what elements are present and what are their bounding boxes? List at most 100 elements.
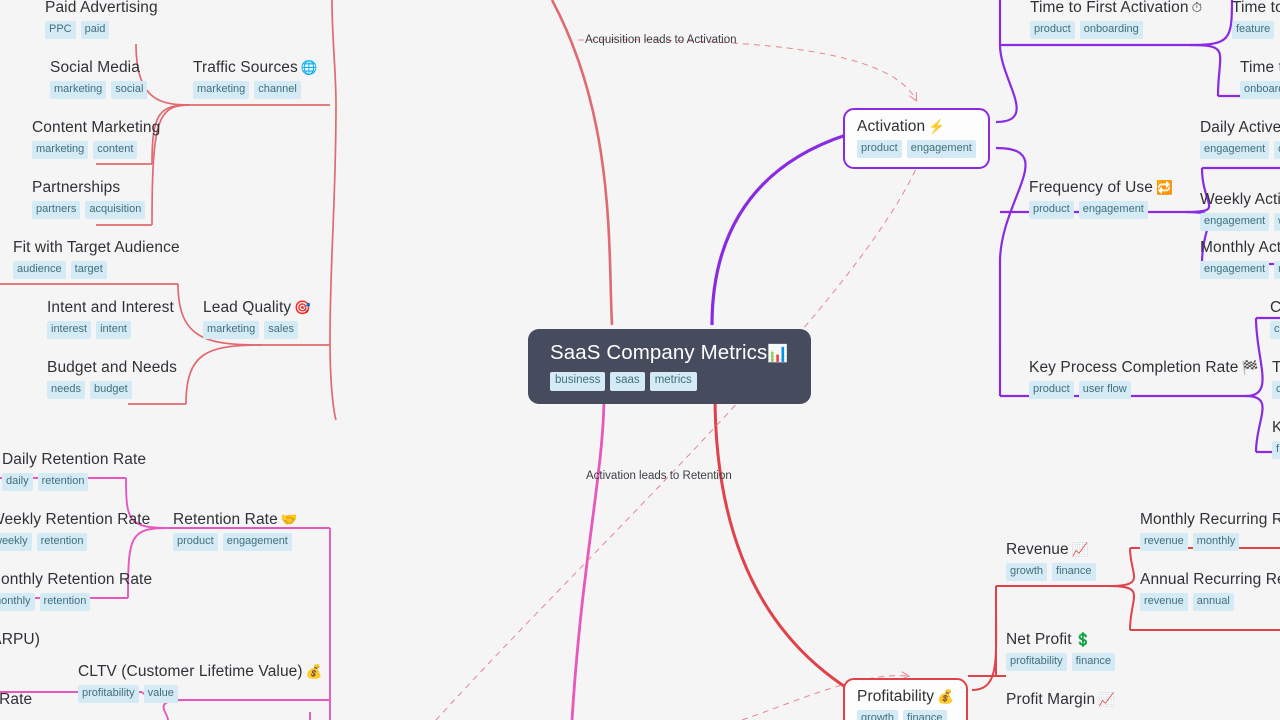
- tag[interactable]: retention: [36, 532, 88, 551]
- node-lead-quality[interactable]: Lead Quality 🎯 marketing sales: [203, 299, 311, 339]
- tag[interactable]: retention: [39, 592, 91, 611]
- node-content-marketing[interactable]: Content Marketing marketing content: [32, 119, 160, 159]
- node-net-profit[interactable]: Net Profit 💲 profitability finance: [1006, 631, 1116, 671]
- node-annual-recurring-revenue[interactable]: Annual Recurring Reven revenue annual: [1140, 571, 1280, 611]
- tag[interactable]: PPC: [45, 20, 76, 39]
- node-activation[interactable]: Activation ⚡ product engagement: [843, 108, 990, 169]
- tag[interactable]: value: [143, 684, 178, 703]
- tag[interactable]: monthly: [1192, 532, 1240, 551]
- tag[interactable]: f: [1272, 440, 1280, 459]
- tag[interactable]: weekly: [0, 532, 32, 551]
- tag[interactable]: product: [1030, 20, 1075, 39]
- wire-cross-acquisition-activation: [577, 39, 916, 100]
- node-completion-k[interactable]: K f: [1272, 419, 1280, 459]
- tag[interactable]: marketing: [203, 320, 260, 339]
- tag[interactable]: product: [1029, 200, 1074, 219]
- tag[interactable]: partners: [32, 200, 81, 219]
- tag[interactable]: intent: [96, 320, 131, 339]
- tag[interactable]: finance: [1071, 652, 1116, 671]
- node-weekly-retention-rate[interactable]: Weekly Retention Rate weekly retention: [0, 511, 150, 551]
- tag[interactable]: w: [1274, 212, 1280, 231]
- tag[interactable]: finance: [903, 709, 947, 720]
- node-monthly-recurring-revenue[interactable]: Monthly Recurring Reve revenue monthly: [1140, 511, 1280, 551]
- tag[interactable]: marketing: [32, 140, 89, 159]
- tag[interactable]: marketing: [193, 80, 250, 99]
- node-key-process-completion-rate[interactable]: Key Process Completion Rate 🏁 product use…: [1029, 359, 1258, 399]
- tag[interactable]: onboarding: [1079, 20, 1143, 39]
- tag[interactable]: paid: [80, 20, 110, 39]
- node-time-to-onboard[interactable]: Time to onboard: [1240, 59, 1280, 99]
- tag[interactable]: m: [1274, 260, 1280, 279]
- tag[interactable]: product: [173, 532, 218, 551]
- tag[interactable]: growth: [1006, 562, 1048, 581]
- tag[interactable]: daily: [2, 472, 33, 491]
- node-time-to-first-activation[interactable]: Time to First Activation ⏱ product onboar…: [1030, 0, 1202, 39]
- node-completion-t[interactable]: T c: [1272, 359, 1280, 399]
- node-frequency-of-use[interactable]: Frequency of Use 🔁 product engagement: [1029, 179, 1173, 219]
- tag[interactable]: saas: [610, 372, 645, 391]
- node-title: Intent and Interest: [47, 299, 174, 316]
- node-intent-and-interest[interactable]: Intent and Interest interest intent: [47, 299, 174, 339]
- tag[interactable]: business: [550, 372, 606, 391]
- tag[interactable]: onboard: [1240, 80, 1280, 99]
- tag[interactable]: social: [111, 80, 148, 99]
- tag[interactable]: engagement: [1200, 212, 1270, 231]
- root-node[interactable]: SaaS Company Metrics📊 business saas metr…: [528, 329, 811, 404]
- node-daily-active-users[interactable]: Daily Active U engagement d: [1200, 119, 1280, 159]
- node-revenue[interactable]: Revenue 📈 growth finance: [1006, 541, 1096, 581]
- node-paid-advertising[interactable]: Paid Advertising PPC paid: [45, 0, 158, 39]
- repeat-icon: 🔁: [1155, 180, 1173, 195]
- tag[interactable]: finance: [1052, 562, 1096, 581]
- tag[interactable]: c: [1270, 320, 1280, 339]
- tag[interactable]: metrics: [649, 372, 697, 391]
- tag[interactable]: engagement: [906, 139, 976, 158]
- mindmap-canvas[interactable]: SaaS Company Metrics📊 business saas metr…: [0, 0, 1280, 720]
- tag[interactable]: revenue: [1140, 592, 1188, 611]
- tag[interactable]: audience: [13, 260, 66, 279]
- tag[interactable]: channel: [254, 80, 301, 99]
- node-monthly-retention-rate[interactable]: Monthly Retention Rate monthly retention: [0, 571, 152, 611]
- tag[interactable]: product: [857, 139, 902, 158]
- tag[interactable]: feature: [1232, 20, 1275, 39]
- node-churn-rate[interactable]: n Rate: [0, 691, 32, 709]
- tag[interactable]: engagement: [1200, 260, 1270, 279]
- node-profitability[interactable]: Profitability 💰 growth finance: [843, 678, 969, 720]
- tag[interactable]: content: [93, 140, 138, 159]
- node-social-media[interactable]: Social Media marketing social: [50, 59, 148, 99]
- node-monthly-active-users[interactable]: Monthly Activ engagement m: [1200, 239, 1280, 279]
- tag[interactable]: interest: [47, 320, 92, 339]
- tag[interactable]: sales: [264, 320, 298, 339]
- node-retention-rate[interactable]: Retention Rate 🤝 product engagement: [173, 511, 298, 551]
- tag[interactable]: growth: [857, 709, 899, 720]
- tag[interactable]: marketing: [50, 80, 107, 99]
- node-profit-margin[interactable]: Profit Margin 📈: [1006, 691, 1115, 709]
- tag[interactable]: acquisition: [85, 200, 146, 219]
- tag[interactable]: target: [70, 260, 107, 279]
- node-fit-with-target-audience[interactable]: Fit with Target Audience audience target: [13, 239, 180, 279]
- node-completion-c[interactable]: C c: [1270, 299, 1280, 339]
- tag[interactable]: d: [1274, 140, 1280, 159]
- tag[interactable]: engagement: [222, 532, 292, 551]
- node-arpu[interactable]: (ARPU): [0, 631, 40, 649]
- tag[interactable]: c: [1272, 380, 1280, 399]
- node-partnerships[interactable]: Partnerships partners acquisition: [32, 179, 146, 219]
- node-traffic-sources[interactable]: Traffic Sources 🌐 marketing channel: [193, 59, 318, 99]
- tag[interactable]: profitability: [1006, 652, 1067, 671]
- tag[interactable]: monthly: [0, 592, 35, 611]
- tag[interactable]: annual: [1192, 592, 1234, 611]
- tag[interactable]: revenue: [1140, 532, 1188, 551]
- tag[interactable]: budget: [89, 380, 132, 399]
- tag[interactable]: engagement: [1078, 200, 1148, 219]
- node-budget-and-needs[interactable]: Budget and Needs needs budget: [47, 359, 177, 399]
- node-time-to-value-feature[interactable]: Time to feature: [1232, 0, 1280, 39]
- node-weekly-active-users[interactable]: Weekly Active engagement w: [1200, 191, 1280, 231]
- tag[interactable]: needs: [47, 380, 85, 399]
- node-daily-retention-rate[interactable]: Daily Retention Rate daily retention: [2, 451, 146, 491]
- tag[interactable]: user flow: [1078, 380, 1131, 399]
- tag[interactable]: profitability: [78, 684, 139, 703]
- tag[interactable]: retention: [37, 472, 89, 491]
- node-tags: onboard: [1240, 80, 1280, 99]
- tag[interactable]: engagement: [1200, 140, 1270, 159]
- node-cltv[interactable]: CLTV (Customer Lifetime Value) 💰 profitab…: [78, 663, 323, 703]
- tag[interactable]: product: [1029, 380, 1074, 399]
